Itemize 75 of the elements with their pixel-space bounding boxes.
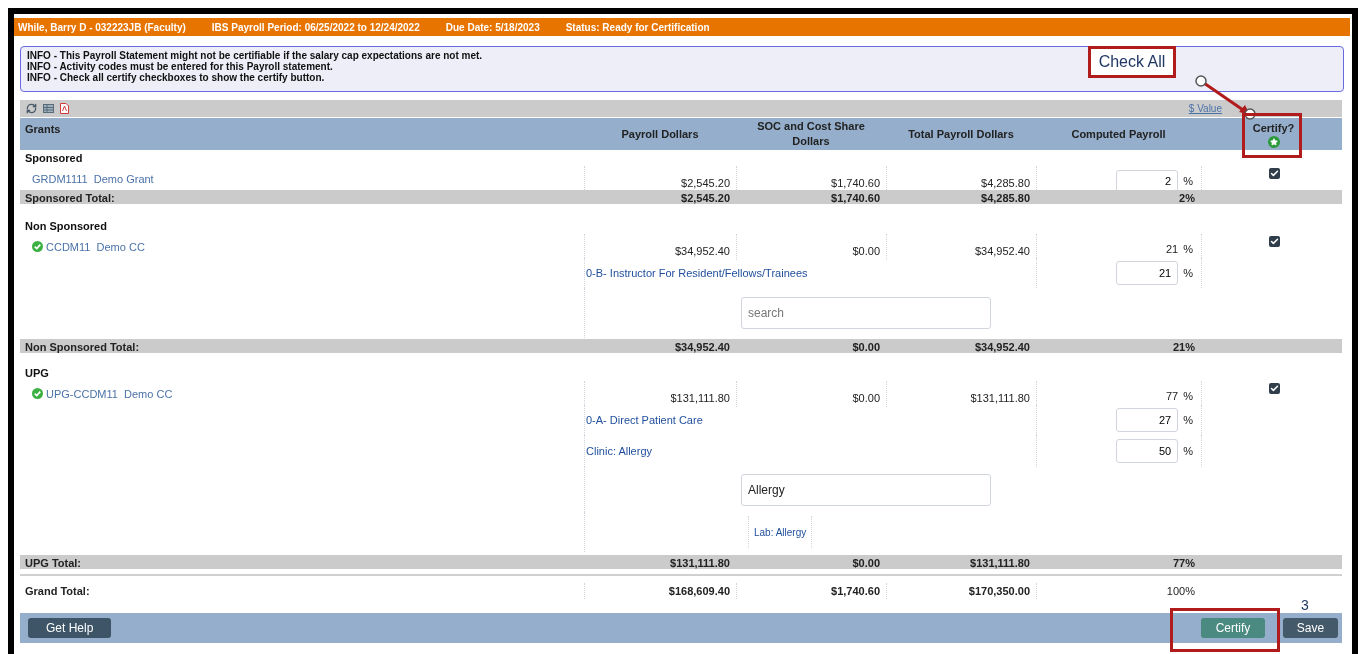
save-button[interactable]: Save — [1283, 618, 1338, 638]
total-label: Non Sponsored Total: — [24, 340, 141, 355]
group-label: UPG — [24, 366, 50, 381]
table-cell: $1,740.60 — [736, 582, 886, 600]
percent-field[interactable]: 2 — [1116, 170, 1179, 192]
due-date-label: Due Date: 5/18/2023 — [445, 20, 540, 35]
percent-value: 21 — [1165, 241, 1179, 257]
callout-arrow — [1194, 74, 1258, 120]
group-label: Sponsored — [24, 151, 84, 166]
percent-value: 77 — [1165, 388, 1179, 404]
table-cell-text: $4,285.80 — [980, 191, 1031, 206]
checkbox[interactable] — [1268, 383, 1280, 394]
table-cell-text: $131,111.80 — [669, 556, 731, 571]
percent-sign: % — [1183, 241, 1193, 257]
table-cell: $0.00 — [736, 381, 886, 407]
activity-link[interactable]: 0-A- Direct Patient Care — [584, 405, 1036, 435]
callout-box: Check All — [1088, 46, 1176, 78]
activity-link[interactable]: Clinic: Allergy — [584, 435, 1036, 467]
column-header: Total Payroll Dollars — [907, 126, 1015, 142]
table-cell: $131,111.80 — [584, 381, 736, 407]
table-cell: $170,350.00 — [886, 582, 1036, 600]
step-number: 3 — [1301, 598, 1309, 612]
grant-link[interactable]: UPG-CCDM11 Demo CC — [46, 385, 173, 402]
info-message: INFO - Check all certify checkboxes to show the certify button. — [27, 72, 326, 83]
table-cell: $168,609.40 — [584, 582, 736, 600]
percent-sign: % — [1183, 443, 1193, 459]
table-cell: $131,111.80 — [886, 381, 1036, 407]
checkbox[interactable] — [1268, 236, 1280, 247]
table-cell-text: 77% — [1171, 556, 1196, 571]
group-label: Non Sponsored — [24, 219, 108, 234]
table-cell-text: 2% — [1178, 191, 1196, 206]
table-cell-text: 21% — [1171, 340, 1196, 355]
spreadsheet-icon[interactable] — [43, 104, 54, 113]
percent-sign: % — [1183, 265, 1193, 281]
total-label: Grand Total: — [24, 583, 91, 599]
pdf-icon[interactable] — [60, 103, 69, 114]
table-cell: $0.00 — [736, 234, 886, 260]
percent-field[interactable]: 50 — [1116, 439, 1179, 463]
percent-sign: % — [1183, 388, 1193, 404]
dropdown-option[interactable]: Lab: Allergy — [748, 516, 812, 548]
certify-button[interactable]: Certify — [1201, 618, 1265, 638]
total-label: Sponsored Total: — [24, 191, 116, 206]
search-field[interactable]: search — [741, 297, 991, 329]
grant-link[interactable]: CCDM11 Demo CC — [46, 238, 145, 255]
table-cell: $34,952.40 — [584, 234, 736, 260]
column-header: Payroll Dollars — [620, 126, 700, 142]
check-all-icon[interactable] — [1267, 136, 1280, 149]
get-help-button[interactable]: Get Help — [28, 618, 112, 638]
checkbox[interactable] — [1268, 168, 1280, 179]
table-cell: $34,952.40 — [886, 234, 1036, 260]
table-cell-text: $34,952.40 — [673, 340, 731, 355]
column-header: Grants — [24, 122, 62, 137]
table-cell-text: $1,740.60 — [830, 191, 881, 206]
status-label: Status: Ready for Certification — [565, 20, 710, 35]
column-header: SOC and Cost Share Dollars — [756, 119, 866, 149]
percent-field[interactable]: 27 — [1116, 408, 1179, 432]
table-cell-text: $0.00 — [851, 556, 881, 571]
search-field[interactable]: Allergy — [741, 473, 991, 506]
table-cell-text: $0.00 — [851, 340, 881, 355]
table-cell-text: $2,545.20 — [680, 191, 731, 206]
percent-sign: % — [1183, 412, 1193, 428]
column-header: Computed Payroll — [1070, 126, 1167, 142]
employee-label: While, Barry D - 032223JB (Faculty) — [18, 20, 186, 35]
table-cell-text: $34,952.40 — [973, 340, 1031, 355]
activity-link[interactable]: 0-B- Instructor For Resident/Fellows/Trainees — [584, 258, 1036, 288]
table-cell-text: $131,111.80 — [969, 556, 1031, 571]
table-cell: 100% — [1036, 582, 1201, 600]
column-header: Certify? — [1252, 120, 1295, 136]
highlight-frame — [1242, 113, 1302, 158]
refresh-icon[interactable] — [26, 103, 37, 114]
grant-link[interactable]: GRDM1111 Demo Grant — [32, 170, 154, 188]
total-label: UPG Total: — [24, 556, 82, 571]
percent-sign: % — [1183, 173, 1193, 189]
period-label: IBS Payroll Period: 06/25/2022 to 12/24/2022 — [211, 20, 420, 35]
percent-field[interactable]: 21 — [1116, 261, 1179, 285]
